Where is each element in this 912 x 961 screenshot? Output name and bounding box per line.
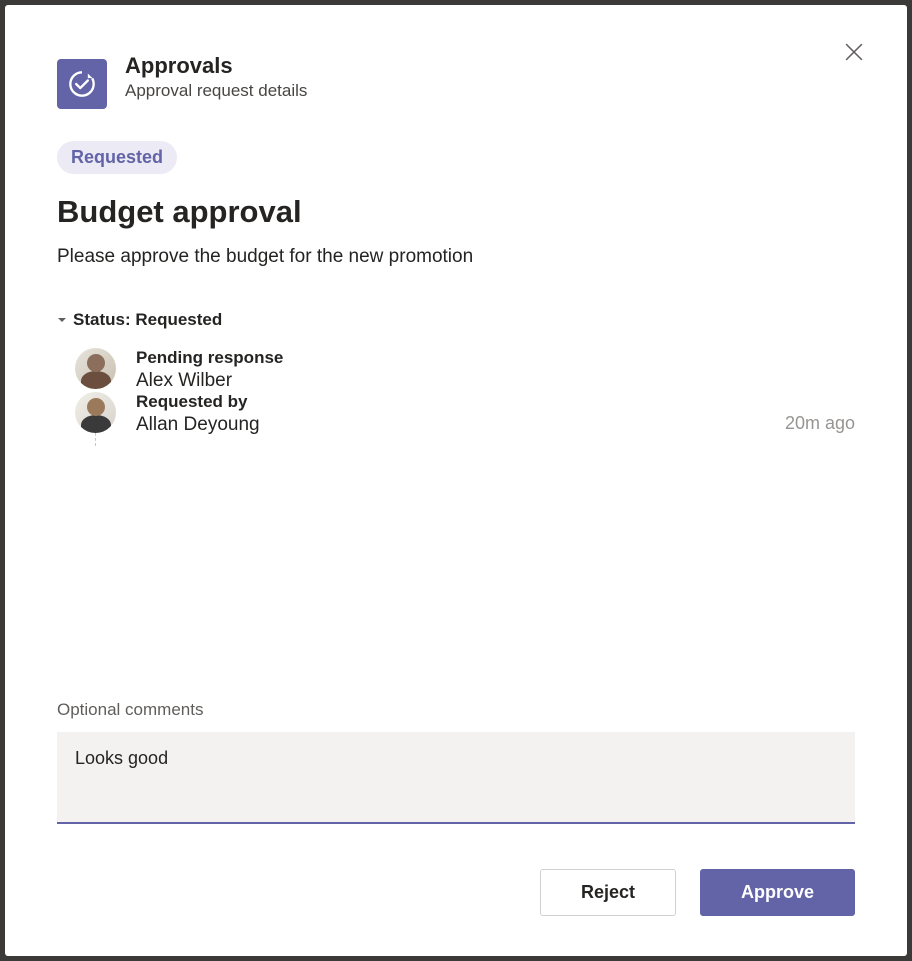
approver-row: Requested by Allan Deyoung 20m ago [136,392,855,436]
status-header-label: Status: Requested [73,310,222,330]
request-title: Budget approval [57,194,855,230]
approval-dialog: Approvals Approval request details Reque… [5,5,907,956]
header-text: Approvals Approval request details [125,53,307,101]
approver-item: Pending response Alex Wilber [75,348,855,392]
comments-label: Optional comments [57,700,855,720]
status-header-toggle[interactable]: Status: Requested [57,310,855,330]
timestamp: 20m ago [785,413,855,434]
approve-button[interactable]: Approve [700,869,855,916]
comments-section: Optional comments [57,700,855,829]
reject-button[interactable]: Reject [540,869,676,916]
approver-name: Allan Deyoung [136,414,785,436]
request-description: Please approve the budget for the new pr… [57,246,855,268]
approver-info: Pending response Alex Wilber [136,348,855,392]
close-icon [845,43,863,61]
chevron-down-icon [57,315,67,325]
approver-list: Pending response Alex Wilber Requested b… [57,348,855,436]
approver-item: Requested by Allan Deyoung 20m ago [75,392,855,436]
status-section: Status: Requested Pending response Alex … [57,310,855,436]
dialog-header: Approvals Approval request details [57,53,855,109]
approvals-app-icon [57,59,107,109]
close-button[interactable] [837,35,871,72]
status-badge: Requested [57,141,177,174]
approver-status-label: Pending response [136,348,855,368]
approver-info: Requested by Allan Deyoung [136,392,785,436]
approver-status-label: Requested by [136,392,785,412]
dialog-footer: Reject Approve [57,869,855,916]
checkmark-circle-icon [68,70,96,98]
approver-name: Alex Wilber [136,370,855,392]
app-title: Approvals [125,53,307,79]
spacer [57,456,855,700]
avatar [75,392,116,433]
app-subtitle: Approval request details [125,81,307,101]
comments-input[interactable] [57,732,855,824]
avatar [75,348,116,389]
